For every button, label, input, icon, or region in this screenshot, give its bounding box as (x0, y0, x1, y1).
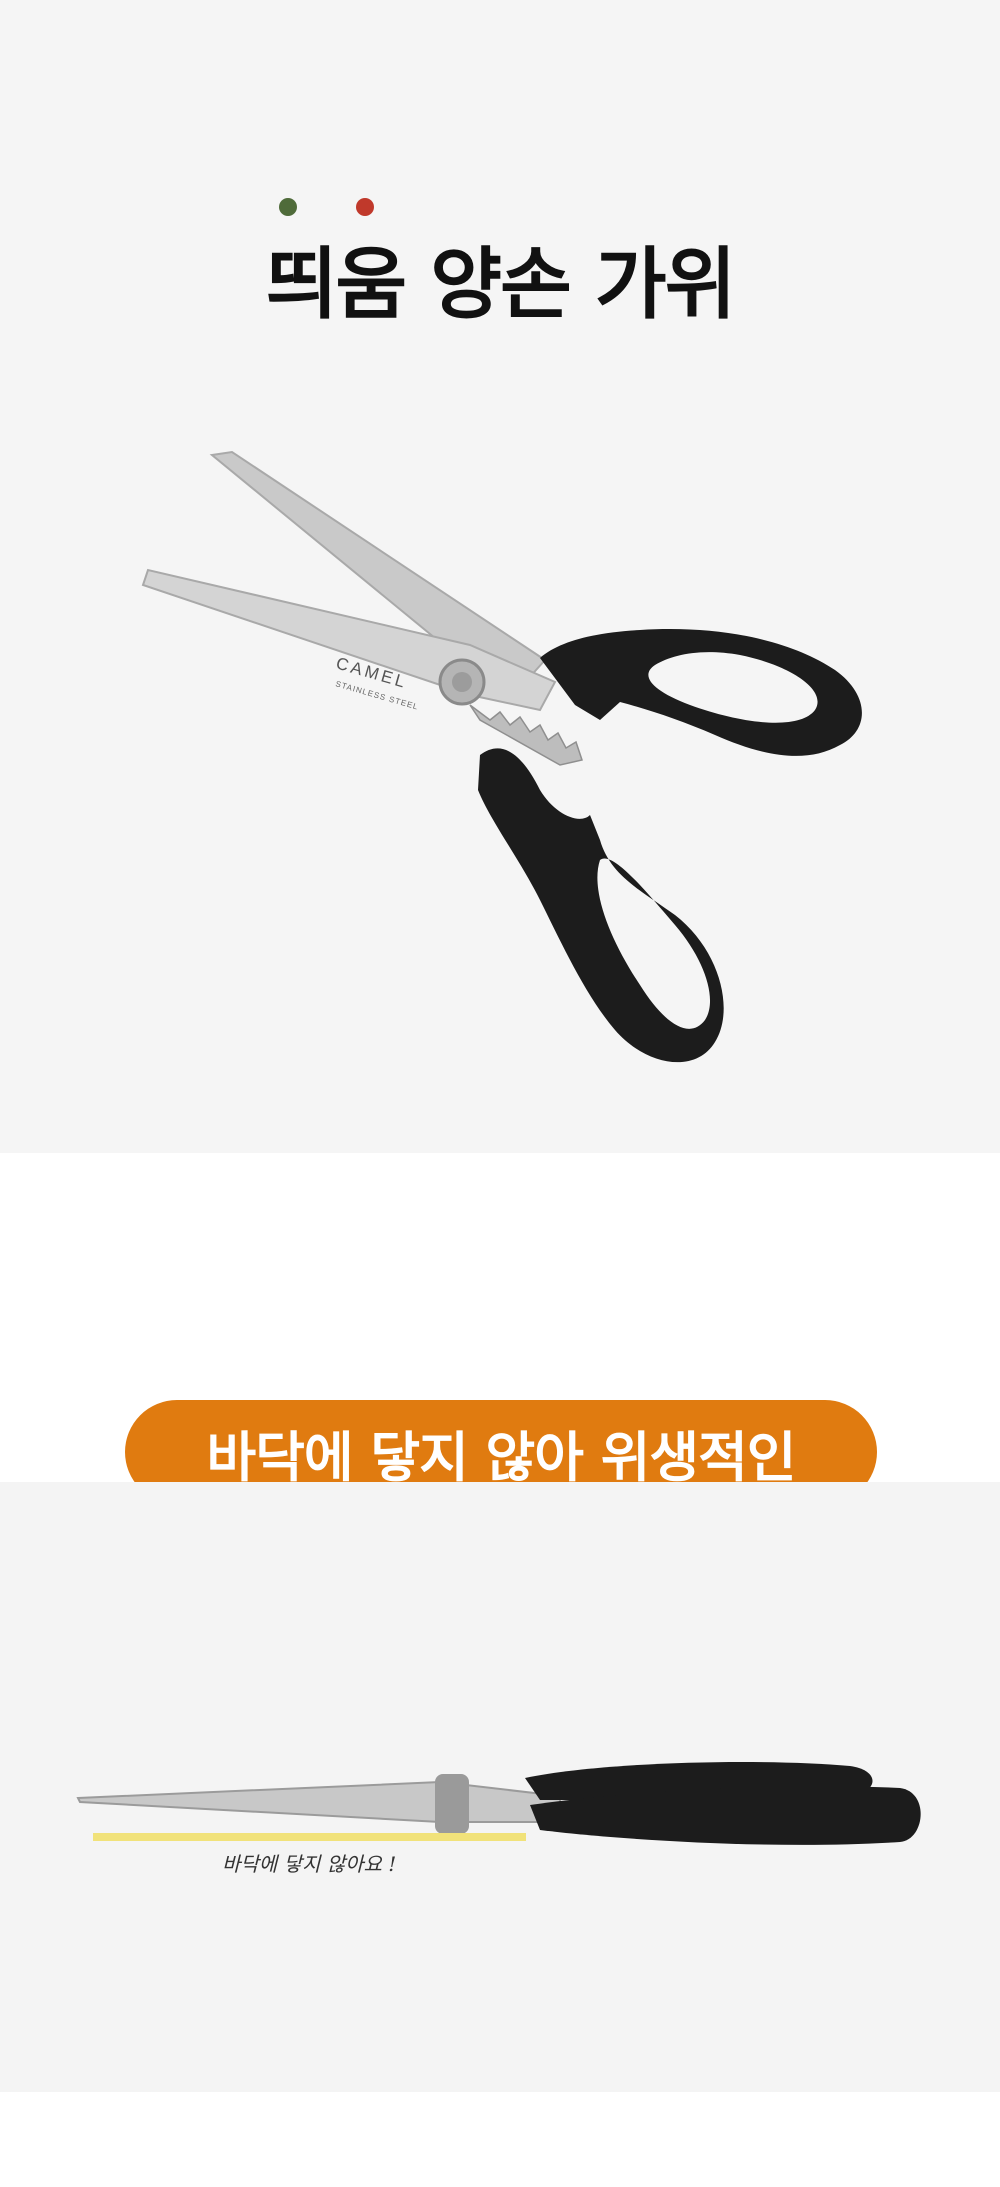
scissors-side-view-image (76, 1762, 921, 1845)
floor-clearance-highlight (93, 1833, 526, 1841)
green-dot-decoration (279, 198, 297, 216)
red-dot-decoration (356, 198, 374, 216)
scissors-product-image: CAMEL STAINLESS STEEL (141, 450, 862, 1063)
side-blade (76, 1780, 561, 1823)
lower-handle (478, 748, 724, 1063)
floor-clearance-note: 바닥에 닿지 않아요 ! (222, 1852, 397, 1876)
side-pivot (435, 1774, 469, 1834)
page-title: 띄움 양손 가위 (265, 240, 737, 330)
upper-handle (540, 629, 862, 756)
